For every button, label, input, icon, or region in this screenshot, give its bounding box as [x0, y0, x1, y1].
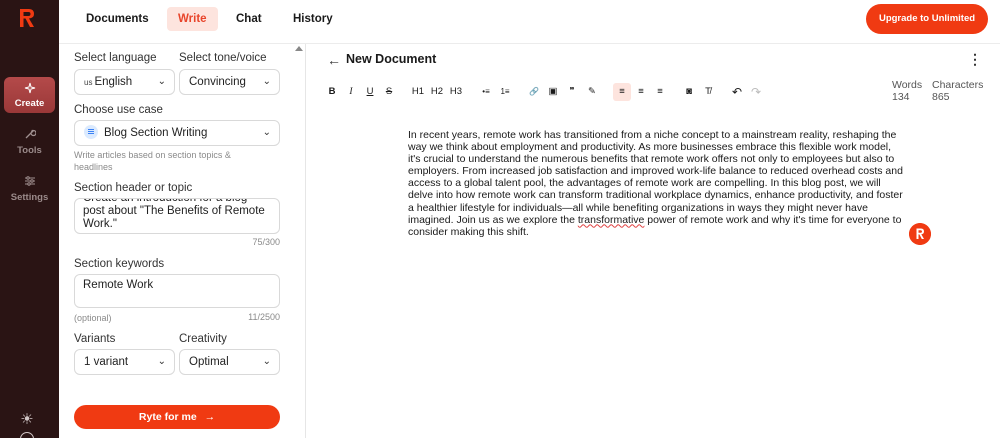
italic-button[interactable]: I	[342, 83, 360, 101]
heading2-button[interactable]: H2	[428, 83, 446, 101]
variants-select[interactable]: 1 variant ⌄	[74, 349, 175, 375]
variants-label: Variants	[74, 333, 116, 345]
tab-write[interactable]: Write	[167, 7, 218, 31]
rail-item-tools[interactable]: Tools	[4, 127, 55, 156]
keywords-value: Remote Work	[83, 279, 154, 291]
creativity-select[interactable]: Optimal ⌄	[179, 349, 280, 375]
usecase-hint: Write articles based on section topics &…	[74, 150, 231, 172]
creativity-label: Creativity	[179, 333, 227, 345]
chevron-down-icon: ⌄	[157, 356, 166, 367]
characters-label: Characters	[932, 79, 984, 91]
usecase-value: Blog Section Writing	[104, 127, 208, 139]
language-value: English	[94, 76, 133, 88]
document-title[interactable]: New Document	[346, 52, 436, 66]
tab-history[interactable]: History	[282, 7, 344, 31]
align-left-icon[interactable]: ≡	[613, 83, 631, 101]
rail-item-label: Tools	[17, 145, 42, 156]
ordered-list-icon[interactable]: 1≡	[496, 83, 514, 101]
chevron-down-icon: ⌄	[262, 76, 271, 87]
upgrade-button[interactable]: Upgrade to Unlimited	[866, 4, 988, 34]
tone-value: Convincing	[189, 76, 246, 88]
keywords-textarea[interactable]: Remote Work	[74, 274, 280, 308]
flag-icon: us	[84, 78, 93, 87]
ryte-button-label: Ryte for me	[138, 411, 197, 423]
arrow-right-icon: →	[204, 411, 216, 423]
language-select[interactable]: us English ⌄	[74, 69, 175, 95]
sun-icon[interactable]: ☀	[19, 412, 35, 428]
language-label: Select language	[74, 52, 157, 64]
chevron-down-icon: ⌄	[262, 127, 271, 138]
keywords-label: Section keywords	[74, 258, 165, 270]
spellcheck-flagged-word[interactable]: transformative	[578, 214, 645, 226]
link-icon[interactable]: 🔗	[525, 83, 543, 101]
usecase-select[interactable]: Blog Section Writing ⌄	[74, 120, 280, 146]
variants-value: 1 variant	[84, 356, 129, 368]
ryte-for-me-button[interactable]: Ryte for me →	[74, 405, 280, 429]
keywords-optional: (optional)	[74, 313, 112, 323]
sparkle-icon	[23, 81, 37, 95]
back-arrow-icon[interactable]: ←	[327, 52, 341, 68]
scroll-up-arrow-icon[interactable]	[295, 46, 303, 51]
undo-icon[interactable]: ↶	[728, 83, 746, 101]
creativity-value: Optimal	[189, 356, 229, 368]
body-text-start: In recent years, remote work has transit…	[408, 129, 903, 226]
strikethrough-button[interactable]: S	[380, 83, 398, 101]
wrench-icon	[23, 127, 37, 141]
tab-documents[interactable]: Documents	[75, 7, 160, 31]
image-icon[interactable]: ▣	[544, 83, 562, 101]
usecase-label: Choose use case	[74, 104, 163, 116]
tab-chat[interactable]: Chat	[225, 7, 273, 31]
rail-item-label: Create	[14, 98, 45, 109]
heading1-button[interactable]: H1	[409, 83, 427, 101]
panel-scrollbar[interactable]	[295, 46, 303, 438]
document-body[interactable]: In recent years, remote work has transit…	[408, 129, 904, 238]
redo-icon[interactable]: ↷	[747, 83, 765, 101]
words-count: 134	[892, 91, 910, 103]
tone-label: Select tone/voice	[179, 52, 267, 64]
quote-icon[interactable]: ❞	[563, 83, 581, 101]
characters-count: 865	[932, 91, 950, 103]
sliders-icon	[23, 174, 37, 188]
bullet-list-icon[interactable]: •≡	[477, 83, 495, 101]
heading3-button[interactable]: H3	[447, 83, 465, 101]
topic-textarea[interactable]: Create an introduction for a blog post a…	[74, 198, 280, 234]
help-icon[interactable]	[20, 432, 34, 438]
rail-item-label: Settings	[10, 192, 49, 203]
chevron-down-icon: ⌄	[262, 356, 271, 367]
topic-value: Create an introduction for a blog post a…	[83, 198, 265, 230]
app-rail: Create Tools Settings ☀	[0, 0, 59, 438]
align-center-icon[interactable]: ≡	[632, 83, 650, 101]
underline-button[interactable]: U	[361, 83, 379, 101]
assistant-logo-icon[interactable]	[909, 223, 931, 245]
rail-item-settings[interactable]: Settings	[4, 174, 55, 203]
topic-counter: 75/300	[252, 237, 280, 247]
rail-item-create[interactable]: Create	[4, 77, 55, 113]
document-icon	[84, 124, 98, 139]
app-logo[interactable]	[17, 7, 37, 29]
more-menu-icon[interactable]: ⋮	[968, 51, 982, 68]
align-right-icon[interactable]: ≡	[651, 83, 669, 101]
keywords-counter: 11/2500	[248, 312, 280, 322]
top-navigation: Documents Write Chat History Upgrade to …	[59, 0, 1000, 44]
bold-button[interactable]: B	[323, 83, 341, 101]
clear-format-icon[interactable]: T̸	[699, 83, 717, 101]
topic-label: Section header or topic	[74, 182, 193, 194]
words-label: Words	[892, 79, 923, 91]
tone-select[interactable]: Convincing ⌄	[179, 69, 280, 95]
form-panel: Select language us English ⌄ Select tone/…	[59, 44, 306, 438]
embed-icon[interactable]: ◙	[680, 83, 698, 101]
chevron-down-icon: ⌄	[157, 76, 166, 87]
highlight-icon[interactable]: ✎	[583, 83, 601, 101]
editor-pane: ← New Document ⋮ B I U S H1 H2 H3 •≡ 1≡ …	[307, 44, 1000, 438]
